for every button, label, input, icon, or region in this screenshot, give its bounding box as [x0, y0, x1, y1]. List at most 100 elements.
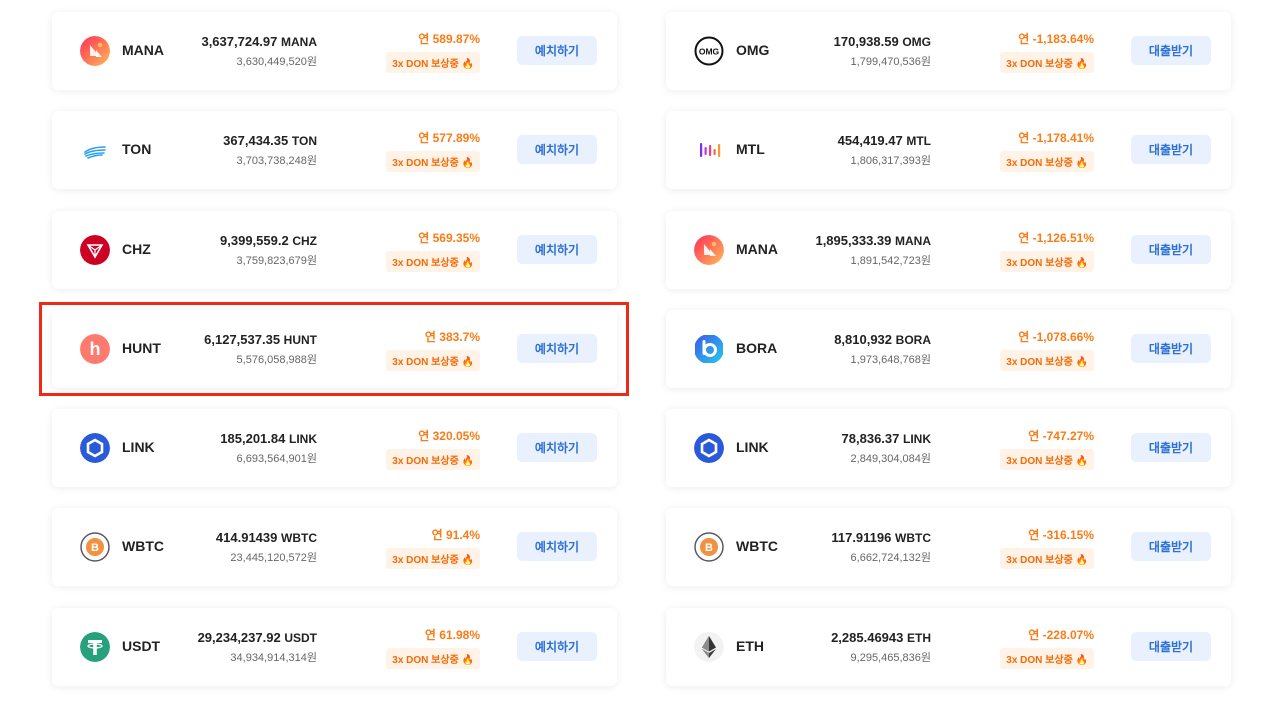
asset-amount-block: 1,895,333.39 MANA 1,891,542,723원	[815, 233, 931, 268]
asset-amount: 170,938.59 OMG	[834, 34, 931, 49]
asset-amount: 454,419.47 MTL	[838, 133, 931, 148]
loan-card-mana: MANA 1,895,333.39 MANA 1,891,542,723원 연 -1,…	[666, 210, 1231, 289]
annual-rate: 연 -228.07%	[1028, 627, 1094, 642]
asset-amount-block: 170,938.59 OMG 1,799,470,536원	[834, 34, 931, 69]
loan-button[interactable]: 대출받기	[1131, 36, 1211, 65]
deposit-button[interactable]: 예치하기	[517, 532, 597, 562]
reward-badge: 3x DON 보상중 🔥	[386, 250, 480, 272]
rate-block: 연 -1,126.51% 3x DON 보상중 🔥	[1000, 229, 1094, 272]
loan-button[interactable]: 대출받기	[1131, 433, 1211, 463]
asset-amount-value: 2,285.46943	[831, 629, 904, 645]
omg-icon: OMG	[694, 36, 724, 66]
annual-rate: 연 577.89%	[418, 131, 480, 146]
loan-card-mtl: MTL 454,419.47 MTL 1,806,317,393원 연 -1,178.…	[666, 111, 1231, 190]
asset-symbol: USDT	[122, 637, 161, 654]
asset-amount-unit: USDT	[284, 630, 317, 645]
deposit-card-link: LINK 185,201.84 LINK 6,693,564,901원 연 320.0…	[52, 409, 617, 488]
reward-badge: 3x DON 보상중 🔥	[1000, 250, 1094, 272]
reward-badge: 3x DON 보상중 🔥	[1000, 449, 1094, 471]
reward-badge-row: 3x DON 보상중 🔥	[386, 146, 480, 173]
deposit-card-ton: TON 367,434.35 TON 3,703,738,248원 연 577.89%…	[52, 111, 617, 190]
asset-krw-value: 3,630,449,520원	[236, 56, 317, 68]
reward-badge-row: 3x DON 보상중 🔥	[386, 444, 480, 471]
loan-card-eth: ETH 2,285.46943 ETH 9,295,465,836원 연 -228.0…	[666, 607, 1231, 686]
asset-amount: 3,637,724.97 MANA	[201, 34, 317, 49]
mtl-icon	[694, 135, 724, 165]
asset-amount-value: 367,434.35	[223, 133, 289, 149]
asset-amount-value: 117.91196	[831, 530, 892, 546]
loan-button[interactable]: 대출받기	[1131, 333, 1211, 363]
asset-symbol: MANA	[736, 240, 778, 257]
asset-amount: 9,399,559.2 CHZ	[220, 233, 317, 248]
mana-icon	[80, 36, 110, 66]
asset-amount-value: 454,419.47	[837, 133, 903, 149]
asset-amount-unit: LINK	[289, 432, 317, 447]
loan-button[interactable]: 대출받기	[1131, 631, 1211, 661]
deposit-button[interactable]: 예치하기	[517, 36, 597, 65]
rate-block: 연 -228.07% 3x DON 보상중 🔥	[1000, 626, 1094, 669]
asset-amount: 2,285.46943 ETH	[831, 630, 931, 645]
annual-rate: 연 -1,183.64%	[1018, 32, 1094, 46]
rate-block: 연 -1,078.66% 3x DON 보상중 🔥	[1000, 328, 1094, 371]
reward-badge: 3x DON 보상중 🔥	[1000, 647, 1094, 669]
chz-icon	[80, 234, 110, 265]
reward-badge: 3x DON 보상중 🔥	[386, 548, 480, 570]
svg-text:OMG: OMG	[699, 47, 720, 57]
asset-symbol: WBTC	[736, 538, 778, 555]
loan-button[interactable]: 대출받기	[1131, 532, 1211, 562]
asset-krw-value: 2,849,304,084원	[850, 453, 931, 466]
rate-block: 연 589.87% 3x DON 보상중 🔥	[386, 30, 480, 73]
rate-block: 연 320.05% 3x DON 보상중 🔥	[386, 427, 480, 471]
reward-badge-row: 3x DON 보상중 🔥	[386, 47, 480, 73]
link-icon	[80, 433, 110, 464]
asset-symbol: LINK	[736, 439, 769, 456]
reward-badge: 3x DON 보상중 🔥	[386, 151, 480, 173]
asset-amount-unit: BORA	[895, 332, 931, 347]
rate-block: 연 -1,183.64% 3x DON 보상중 🔥	[1000, 30, 1094, 73]
asset-krw-value: 3,703,738,248원	[236, 155, 317, 168]
wbtc-icon: B	[694, 532, 724, 563]
loan-card-omg: OMG OMG 170,938.59 OMG 1,799,470,536원 연 -1,1…	[666, 12, 1231, 90]
annual-rate: 연 -1,178.41%	[1018, 131, 1094, 146]
reward-badge: 3x DON 보상중 🔥	[386, 449, 480, 471]
deposit-button[interactable]: 예치하기	[517, 135, 597, 165]
reward-badge-row: 3x DON 보상중 🔥	[1000, 146, 1094, 173]
asset-amount-unit: LINK	[903, 432, 931, 447]
asset-amount-unit: WBTC	[895, 531, 931, 546]
annual-rate: 연 -316.15%	[1028, 528, 1094, 543]
asset-amount-unit: OMG	[902, 35, 931, 49]
loan-list: OMG OMG 170,938.59 OMG 1,799,470,536원 연 -1,1…	[666, 12, 1231, 707]
ton-icon	[80, 135, 110, 165]
annual-rate: 연 320.05%	[418, 429, 480, 444]
rate-block: 연 -316.15% 3x DON 보상중 🔥	[1000, 526, 1094, 570]
asset-amount-block: 367,434.35 TON 3,703,738,248원	[223, 133, 317, 168]
svg-text:B: B	[705, 542, 713, 554]
asset-amount-block: 414.91439 WBTC 23,445,120,572원	[216, 530, 317, 565]
asset-krw-value: 6,693,564,901원	[236, 453, 317, 466]
asset-amount-unit: ETH	[907, 630, 931, 645]
loan-button[interactable]: 대출받기	[1131, 135, 1211, 165]
asset-amount-unit: CHZ	[292, 233, 317, 248]
mana-icon	[694, 234, 724, 265]
annual-rate: 연 -1,078.66%	[1018, 329, 1094, 344]
bora-icon	[694, 334, 724, 364]
reward-badge: 3x DON 보상중 🔥	[1000, 349, 1094, 371]
asset-amount-block: 78,836.37 LINK 2,849,304,084원	[842, 431, 931, 466]
loan-button[interactable]: 대출받기	[1131, 234, 1211, 264]
annual-rate: 연 589.87%	[418, 32, 480, 46]
asset-krw-value: 23,445,120,572원	[230, 552, 317, 565]
highlight-box-hunt	[39, 302, 629, 396]
asset-amount-value: 78,836.37	[841, 431, 900, 447]
deposit-button[interactable]: 예치하기	[517, 234, 597, 264]
asset-krw-value: 1,891,542,723원	[850, 254, 931, 267]
asset-krw-value: 34,934,914,314원	[230, 651, 317, 664]
reward-badge: 3x DON 보상중 🔥	[1000, 151, 1094, 173]
deposit-card-chz: CHZ 9,399,559.2 CHZ 3,759,823,679원 연 569.35…	[52, 210, 617, 289]
deposit-button[interactable]: 예치하기	[517, 631, 597, 661]
asset-krw-value: 1,799,470,536원	[850, 56, 931, 68]
asset-symbol: WBTC	[122, 538, 164, 555]
asset-amount-block: 454,419.47 MTL 1,806,317,393원	[838, 133, 931, 168]
asset-amount: 78,836.37 LINK	[842, 431, 931, 446]
asset-amount-block: 117.91196 WBTC 6,662,724,132원	[831, 530, 931, 565]
deposit-button[interactable]: 예치하기	[517, 433, 597, 463]
